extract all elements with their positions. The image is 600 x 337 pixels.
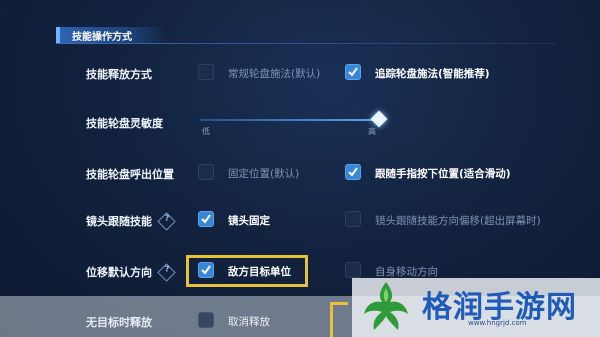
enemy-target-checkbox[interactable] bbox=[198, 262, 214, 278]
sensitivity-slider-handle[interactable] bbox=[370, 110, 388, 128]
follow-finger-option[interactable]: 跟随手指按下位置(适合滑动) bbox=[375, 166, 511, 181]
fixed-position-checkbox[interactable] bbox=[198, 164, 214, 180]
wheel-position-label: 技能轮盘呼出位置 bbox=[86, 168, 174, 181]
skill-release-label: 技能释放方式 bbox=[86, 68, 152, 81]
camera-follow-label-text: 镜头跟随技能 bbox=[86, 215, 152, 228]
camera-fixed-checkbox[interactable] bbox=[198, 211, 214, 227]
dash-direction-label: 位移默认方向? bbox=[86, 262, 176, 282]
fixed-position-option[interactable]: 固定位置(默认) bbox=[228, 166, 299, 181]
settings-panel: 技能操作方式 技能释放方式 常规轮盘施法(默认) 追踪轮盘施法(智能推荐) 技能… bbox=[0, 0, 600, 337]
camera-follow-label: 镜头跟随技能? bbox=[86, 211, 176, 231]
no-target-release-label: 无目标时释放 bbox=[86, 316, 152, 329]
section-header-accent bbox=[56, 27, 60, 43]
help-icon[interactable]: ? bbox=[157, 211, 176, 231]
section-header: 技能操作方式 bbox=[56, 27, 166, 43]
section-title: 技能操作方式 bbox=[72, 32, 132, 43]
regular-wheel-option[interactable]: 常规轮盘施法(默认) bbox=[228, 66, 320, 81]
slider-low-label: 低 bbox=[202, 127, 210, 136]
help-icon[interactable]: ? bbox=[157, 262, 176, 282]
watermark-logo-icon bbox=[364, 282, 408, 330]
watermark-url: www.hngrjd.com bbox=[468, 319, 527, 327]
camera-fixed-option[interactable]: 镜头固定 bbox=[228, 213, 270, 228]
check-icon bbox=[348, 67, 358, 77]
tracking-wheel-option[interactable]: 追踪轮盘施法(智能推荐) bbox=[375, 66, 490, 81]
help-glyph: ? bbox=[164, 263, 170, 273]
highlight-box-partial bbox=[330, 302, 348, 337]
enemy-target-option[interactable]: 敌方目标单位 bbox=[228, 264, 291, 279]
follow-finger-checkbox[interactable] bbox=[345, 164, 361, 180]
regular-wheel-checkbox[interactable] bbox=[198, 64, 214, 80]
camera-offset-checkbox[interactable] bbox=[345, 211, 361, 227]
self-move-checkbox[interactable] bbox=[345, 262, 361, 278]
check-icon bbox=[348, 167, 358, 177]
section-divider bbox=[56, 43, 556, 44]
sensitivity-slider-track[interactable] bbox=[200, 119, 380, 121]
cancel-release-option[interactable]: 取消释放 bbox=[228, 314, 270, 329]
check-icon bbox=[201, 265, 211, 275]
dash-direction-label-text: 位移默认方向 bbox=[86, 266, 152, 279]
check-icon bbox=[201, 214, 211, 224]
slider-high-label: 高 bbox=[368, 127, 376, 136]
tracking-wheel-checkbox[interactable] bbox=[345, 64, 361, 80]
self-move-option[interactable]: 自身移动方向 bbox=[375, 264, 438, 279]
cancel-release-checkbox[interactable] bbox=[198, 312, 214, 328]
camera-offset-option[interactable]: 镜头跟随技能方向偏移(超出屏幕时) bbox=[375, 213, 541, 228]
help-glyph: ? bbox=[164, 212, 170, 222]
wheel-sensitivity-label: 技能轮盘灵敏度 bbox=[86, 117, 163, 130]
